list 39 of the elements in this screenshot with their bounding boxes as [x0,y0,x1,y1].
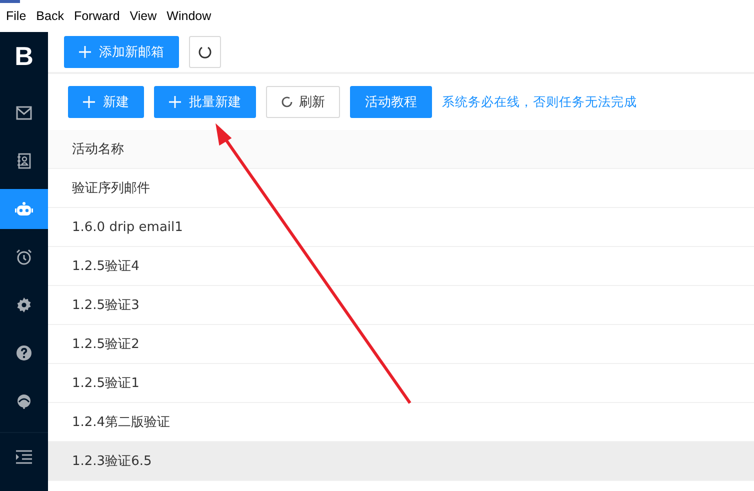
contacts-icon [17,153,31,169]
app-logo: B [14,40,34,72]
refresh-icon [198,45,212,59]
robot-icon [15,202,33,216]
menu-item[interactable]: Back [36,9,64,23]
plus-icon [79,46,91,58]
settings-icon [16,297,32,313]
support-icon [16,393,32,409]
table-cell-text: 1.2.5验证2 [72,336,140,353]
table-row[interactable]: 1.2.3验证6.5 [48,442,754,481]
table-row[interactable]: 1.2.5验证3 [48,286,754,325]
table-cell-text: 1.2.5验证3 [72,297,140,314]
refresh-icon [281,96,293,108]
notice-text: 系统务必在线，否则任务无法完成 [442,94,637,110]
plus-icon [83,96,95,108]
table-row[interactable]: 验证序列邮件 [48,169,754,208]
table-cell-text: 1.2.5验证1 [72,375,140,392]
table-cell: 1.6.0 drip email1 [72,220,183,234]
table-cell-text: 验证序列邮件 [72,180,150,197]
window-accent [0,0,20,3]
table-row[interactable]: 1.2.5验证1 [48,364,754,403]
table-cell-text: 1.2.3验证6.5 [72,453,152,470]
table-row[interactable]: 1.2.5验证2 [48,325,754,364]
indent-icon[interactable] [16,450,32,464]
table-row[interactable]: 1.6.0 drip email1 [48,208,754,247]
table-cell-text: 1.2.4第二版验证 [72,414,170,431]
plus-icon [169,96,181,108]
table-cell-text: 1.2.5验证4 [72,258,140,275]
refresh-button[interactable] [189,36,221,68]
table-row[interactable]: 1.2.5验证4 [48,247,754,286]
menu-item[interactable]: Forward [74,9,120,23]
menu-item[interactable]: Window [166,9,212,23]
toolbar-button[interactable]: 刷新 [266,86,340,118]
alarm-clock-icon [16,249,32,265]
menu-item[interactable]: View [130,9,157,23]
menu-item[interactable]: File [6,9,26,23]
mail-icon [16,106,32,120]
column-header: 活动名称 [72,141,124,158]
help-icon [16,345,32,361]
